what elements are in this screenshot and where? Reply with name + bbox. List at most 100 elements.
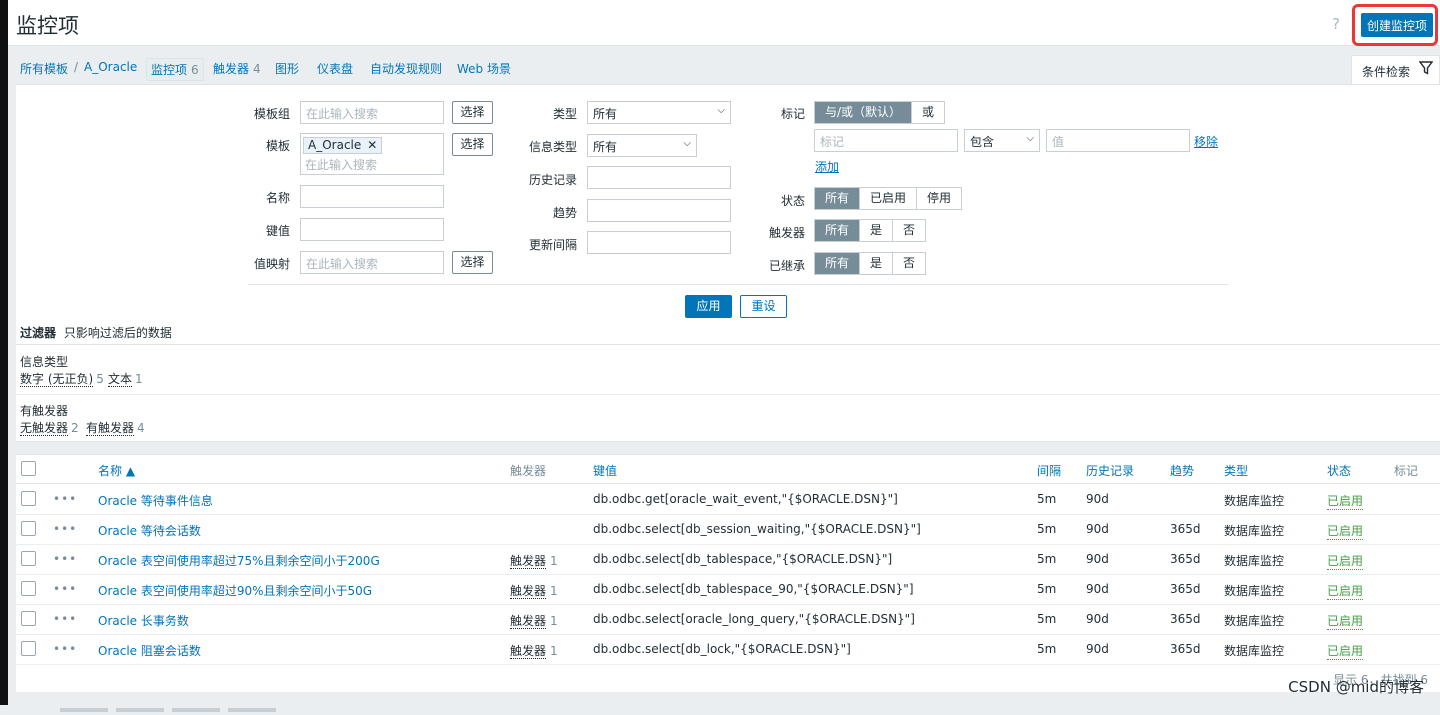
row-checkbox[interactable] xyxy=(21,611,36,626)
create-item-button[interactable]: 创建监控项 xyxy=(1361,13,1433,37)
inherited-toggle[interactable]: 所有 是 否 xyxy=(814,252,927,275)
item-status-toggle[interactable]: 已启用 xyxy=(1327,492,1364,510)
tags-and-or-option[interactable]: 与/或（默认） xyxy=(815,102,913,123)
item-status-toggle[interactable]: 已启用 xyxy=(1327,582,1364,600)
item-triggers-link[interactable]: 触发器 1 xyxy=(510,582,558,599)
inherited-no-option[interactable]: 否 xyxy=(893,253,925,274)
triggers-label: 触发器 xyxy=(768,226,805,240)
trend-label: 趋势 xyxy=(552,206,577,220)
tag-operator-select[interactable]: 包含 ⌵ xyxy=(964,129,1040,152)
history-input[interactable] xyxy=(587,166,731,189)
template-group-input[interactable]: 在此输入搜索 xyxy=(300,101,444,124)
inherited-yes-option[interactable]: 是 xyxy=(860,253,894,274)
item-status-toggle[interactable]: 已启用 xyxy=(1327,612,1364,630)
tag-add-link[interactable]: 添加 xyxy=(815,158,839,175)
more-actions-icon[interactable]: ••• xyxy=(53,612,77,626)
status-all-option[interactable]: 所有 xyxy=(815,188,861,209)
item-status-toggle[interactable]: 已启用 xyxy=(1327,552,1364,570)
facet-no-triggers[interactable]: 无触发器 2 xyxy=(20,419,79,436)
header-name[interactable]: 名称 ▲ xyxy=(98,462,135,479)
tab-discovery-rules[interactable]: 自动发现规则 xyxy=(370,60,442,77)
filter-tab-label: 条件检索 xyxy=(1362,65,1411,79)
triggers-all-option[interactable]: 所有 xyxy=(815,220,861,241)
more-actions-icon[interactable]: ••• xyxy=(53,642,77,656)
item-name-link[interactable]: Oracle 表空间使用率超过90%且剩余空间小于50G xyxy=(98,582,372,599)
item-triggers-link[interactable]: 触发器 1 xyxy=(510,552,558,569)
item-history: 90d xyxy=(1086,582,1109,596)
apply-button[interactable]: 应用 xyxy=(685,295,732,318)
facet-with-triggers[interactable]: 有触发器 4 xyxy=(86,419,145,436)
table-row: ••• Oracle 等待会话数 db.odbc.select[db_session… xyxy=(16,515,1440,545)
breadcrumb-template[interactable]: A_Oracle xyxy=(84,60,137,74)
inherited-all-option[interactable]: 所有 xyxy=(815,253,861,274)
tag-value-input[interactable]: 值 xyxy=(1046,129,1190,152)
tags-evaltype-toggle[interactable]: 与/或（默认） 或 xyxy=(814,101,946,124)
tag-remove-link[interactable]: 移除 xyxy=(1194,133,1218,150)
item-triggers-link[interactable]: 触发器 1 xyxy=(510,612,558,629)
help-icon[interactable]: ? xyxy=(1332,15,1340,33)
key-input[interactable] xyxy=(300,218,444,241)
status-disabled-option[interactable]: 停用 xyxy=(917,188,961,209)
item-status-toggle[interactable]: 已启用 xyxy=(1327,642,1364,660)
item-name-link[interactable]: Oracle 阻塞会话数 xyxy=(98,642,201,659)
type-select[interactable]: 所有 ⌵ xyxy=(587,101,731,124)
template-select-button[interactable]: 选择 xyxy=(452,133,493,156)
info-type-label: 信息类型 xyxy=(528,140,577,154)
info-type-select[interactable]: 所有 ⌵ xyxy=(587,134,697,157)
more-actions-icon[interactable]: ••• xyxy=(53,522,77,536)
triggers-toggle[interactable]: 所有 是 否 xyxy=(814,219,927,242)
tab-triggers[interactable]: 触发器 4 xyxy=(213,60,261,77)
item-name-link[interactable]: Oracle 表空间使用率超过75%且剩余空间小于200G xyxy=(98,552,380,569)
interval-input[interactable] xyxy=(587,231,731,254)
header-interval[interactable]: 间隔 xyxy=(1037,462,1061,479)
items-table: 名称 ▲ 触发器 键值 间隔 历史记录 趋势 类型 状态 标记 ••• Oracl… xyxy=(16,454,1440,692)
row-checkbox[interactable] xyxy=(21,521,36,536)
row-checkbox[interactable] xyxy=(21,491,36,506)
header-key[interactable]: 键值 xyxy=(593,462,617,479)
header-type[interactable]: 类型 xyxy=(1224,462,1248,479)
item-status-toggle[interactable]: 已启用 xyxy=(1327,522,1364,540)
tab-items[interactable]: 监控项 6 xyxy=(146,58,204,81)
select-all-checkbox[interactable] xyxy=(21,461,36,476)
facet-info-type-numeric[interactable]: 数字 (无正负) 5 xyxy=(20,370,104,387)
item-name-link[interactable]: Oracle 等待事件信息 xyxy=(98,492,213,509)
item-triggers-link[interactable]: 触发器 1 xyxy=(510,642,558,659)
breadcrumb-all-templates[interactable]: 所有模板 xyxy=(20,60,68,77)
filter-tab[interactable]: 条件检索 xyxy=(1351,55,1440,85)
more-actions-icon[interactable]: ••• xyxy=(53,552,77,566)
row-checkbox[interactable] xyxy=(21,581,36,596)
value-map-input[interactable]: 在此输入搜索 xyxy=(300,251,444,274)
status-enabled-option[interactable]: 已启用 xyxy=(860,188,918,209)
tab-web-scenarios[interactable]: Web 场景 xyxy=(457,60,511,77)
header-history[interactable]: 历史记录 xyxy=(1086,462,1134,479)
facet-label: 有触发器 xyxy=(86,421,135,436)
header-status[interactable]: 状态 xyxy=(1327,462,1351,479)
tab-triggers-count: 4 xyxy=(253,62,261,76)
name-input[interactable] xyxy=(300,185,444,208)
triggers-yes-option[interactable]: 是 xyxy=(860,220,894,241)
template-search-placeholder: 在此输入搜索 xyxy=(305,158,378,172)
item-name-link[interactable]: Oracle 长事务数 xyxy=(98,612,189,629)
template-label: 模板 xyxy=(265,139,290,153)
trend-input[interactable] xyxy=(587,199,731,222)
row-checkbox[interactable] xyxy=(21,551,36,566)
more-actions-icon[interactable]: ••• xyxy=(53,582,77,596)
item-name-link[interactable]: Oracle 等待会话数 xyxy=(98,522,201,539)
reset-button[interactable]: 重设 xyxy=(740,295,787,318)
tab-graphs[interactable]: 图形 xyxy=(275,60,299,77)
status-toggle[interactable]: 所有 已启用 停用 xyxy=(814,187,963,210)
facet-info-type-text[interactable]: 文本 1 xyxy=(108,370,143,387)
page-title: 监控项 xyxy=(16,14,79,38)
triggers-no-option[interactable]: 否 xyxy=(893,220,925,241)
facet-info-type-title: 信息类型 xyxy=(20,355,69,369)
tag-remove-icon[interactable]: ✕ xyxy=(367,138,377,152)
tag-name-input[interactable]: 标记 xyxy=(814,129,958,152)
tags-or-option[interactable]: 或 xyxy=(912,102,944,123)
tab-dashboards[interactable]: 仪表盘 xyxy=(317,60,353,77)
row-checkbox[interactable] xyxy=(21,641,36,656)
template-group-select-button[interactable]: 选择 xyxy=(452,101,493,124)
header-trends[interactable]: 趋势 xyxy=(1170,462,1194,479)
breadcrumb: 所有模板 / A_Oracle 监控项 6 触发器 4 图形 仪表盘 自动发现规则 … xyxy=(8,52,1348,82)
more-actions-icon[interactable]: ••• xyxy=(53,492,77,506)
value-map-select-button[interactable]: 选择 xyxy=(452,251,493,274)
